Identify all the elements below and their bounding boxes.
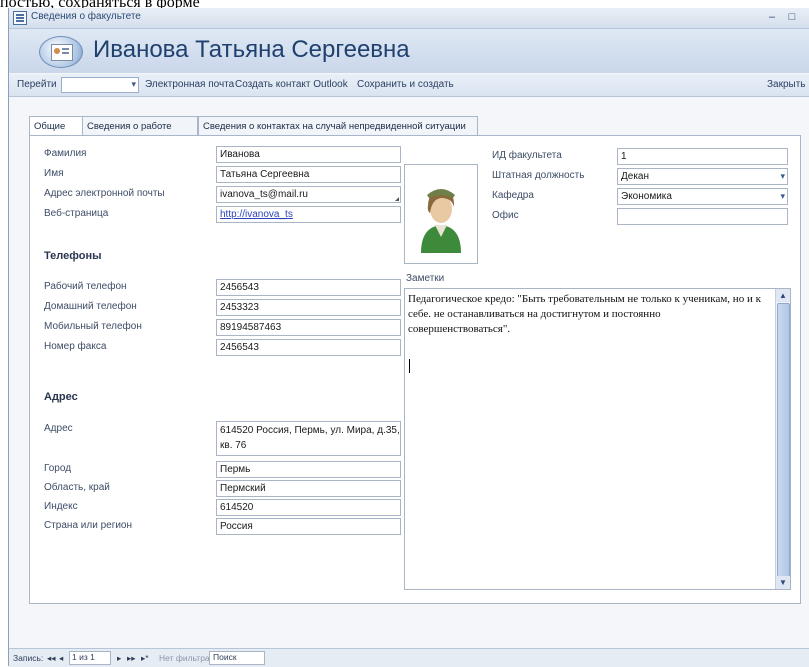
region-field[interactable]: Пермский (216, 480, 401, 497)
form-window: Сведения о факультете – □ Иванова Татьян… (8, 8, 809, 667)
new-record-icon[interactable]: ▸* (141, 653, 149, 664)
department-value: Экономика (621, 191, 672, 202)
last-name-field[interactable]: Иванова (216, 146, 401, 163)
region-label: Область, край (44, 482, 110, 493)
scroll-thumb[interactable] (777, 303, 790, 577)
fax-label: Номер факса (44, 341, 107, 352)
address-field[interactable]: 614520 Россия, Пермь, ул. Мира, д.35, кв… (216, 421, 401, 456)
scroll-down-icon[interactable]: ▼ (776, 576, 790, 589)
country-label: Страна или регион (44, 520, 133, 531)
first-name-label: Имя (44, 168, 64, 179)
mobile-phone-field[interactable]: 89194587463 (216, 319, 401, 336)
record-position-field[interactable]: 1 из 1 (69, 651, 111, 665)
last-record-icon[interactable]: ▸▸ (127, 653, 136, 664)
close-link[interactable]: Закрыть (767, 79, 806, 90)
zip-field[interactable]: 614520 (216, 499, 401, 516)
form-header: Иванова Татьяна Сергеевна (9, 29, 809, 73)
department-label: Кафедра (492, 190, 534, 201)
first-name-field[interactable]: Татьяна Сергеевна (216, 166, 401, 183)
last-name-label: Фамилия (44, 148, 87, 159)
position-label: Штатная должность (492, 170, 585, 181)
first-record-icon[interactable]: ◂◂ (47, 653, 56, 664)
notes-scrollbar[interactable]: ▲ ▼ (775, 289, 790, 589)
contact-card-icon (39, 36, 83, 68)
chevron-down-icon: ▾ (131, 79, 136, 89)
address-label: Адрес (44, 423, 73, 434)
home-phone-label: Домашний телефон (44, 301, 137, 312)
faculty-photo[interactable] (404, 164, 478, 264)
chevron-down-icon[interactable]: ▾ (780, 169, 785, 184)
minimize-button[interactable]: – (764, 9, 780, 25)
tab-work-info[interactable]: Сведения о работе (82, 116, 198, 136)
record-navigation-bar: Запись: ◂◂ ◂ 1 из 1 ▸ ▸▸ ▸* Нет фильтра … (9, 648, 809, 667)
form-toolbar: Перейти ▾ Электронная почта Создать конт… (9, 74, 809, 97)
tab-emergency-contacts[interactable]: Сведения о контактах на случай непредвид… (198, 116, 478, 136)
work-phone-field[interactable]: 2456543 (216, 279, 401, 296)
country-field[interactable]: Россия (216, 518, 401, 535)
web-page-label: Веб-страница (44, 208, 109, 219)
home-phone-field[interactable]: 2453323 (216, 299, 401, 316)
city-field[interactable]: Пермь (216, 461, 401, 478)
email-field[interactable]: ivanova_ts@mail.ru (216, 186, 401, 203)
office-label: Офис (492, 210, 519, 221)
create-outlook-contact-link[interactable]: Создать контакт Outlook (235, 79, 348, 90)
goto-label: Перейти (17, 79, 57, 90)
faculty-id-field[interactable]: 1 (617, 148, 788, 165)
header-title: Иванова Татьяна Сергеевна (93, 36, 410, 63)
notes-field[interactable]: Педагогическое кредо: "Быть требовательн… (404, 288, 791, 590)
restore-button[interactable]: □ (784, 9, 800, 25)
office-field[interactable] (617, 208, 788, 225)
scroll-up-icon[interactable]: ▲ (776, 289, 790, 302)
resize-grip-icon (395, 197, 399, 201)
record-label: Запись: (13, 653, 44, 663)
search-placeholder: Поиск (213, 652, 237, 662)
save-and-new-link[interactable]: Сохранить и создать (357, 79, 454, 90)
prev-record-icon[interactable]: ◂ (59, 653, 63, 664)
zip-label: Индекс (44, 501, 78, 512)
department-select[interactable]: Экономика ▾ (617, 188, 788, 205)
email-label: Адрес электронной почты (44, 188, 165, 199)
email-value: ivanova_ts@mail.ru (220, 189, 308, 200)
text-caret (409, 359, 410, 373)
goto-combo[interactable]: ▾ (61, 77, 139, 93)
mobile-phone-label: Мобильный телефон (44, 321, 142, 332)
window-title: Сведения о факультете (31, 11, 141, 22)
notes-label: Заметки (406, 273, 445, 284)
work-phone-label: Рабочий телефон (44, 281, 127, 292)
email-link[interactable]: Электронная почта (145, 79, 234, 90)
position-select[interactable]: Декан ▾ (617, 168, 788, 185)
web-page-field[interactable]: http://ivanova_ts (216, 206, 401, 223)
position-value: Декан (621, 171, 650, 182)
title-bar: Сведения о факультете – □ (9, 8, 809, 29)
fax-field[interactable]: 2456543 (216, 339, 401, 356)
form-icon (13, 11, 27, 25)
chevron-down-icon[interactable]: ▾ (780, 189, 785, 204)
city-label: Город (44, 463, 72, 474)
form-content: Общие Сведения о работе Сведения о конта… (29, 116, 801, 604)
filter-status[interactable]: Нет фильтра (159, 653, 210, 663)
address-section-title: Адрес (44, 391, 78, 403)
search-box[interactable]: Поиск (209, 651, 265, 665)
phones-section-title: Телефоны (44, 250, 102, 262)
person-silhouette-icon (413, 175, 469, 255)
tab-general[interactable]: Общие (29, 116, 83, 137)
notes-text: Педагогическое кредо: "Быть требовательн… (408, 293, 761, 335)
tab-panel-general: Фамилия Иванова Имя Татьяна Сергеевна Ад… (29, 135, 801, 604)
faculty-id-label: ИД факультета (492, 150, 562, 161)
record-position-value: 1 из 1 (72, 652, 95, 662)
next-record-icon[interactable]: ▸ (117, 653, 121, 664)
